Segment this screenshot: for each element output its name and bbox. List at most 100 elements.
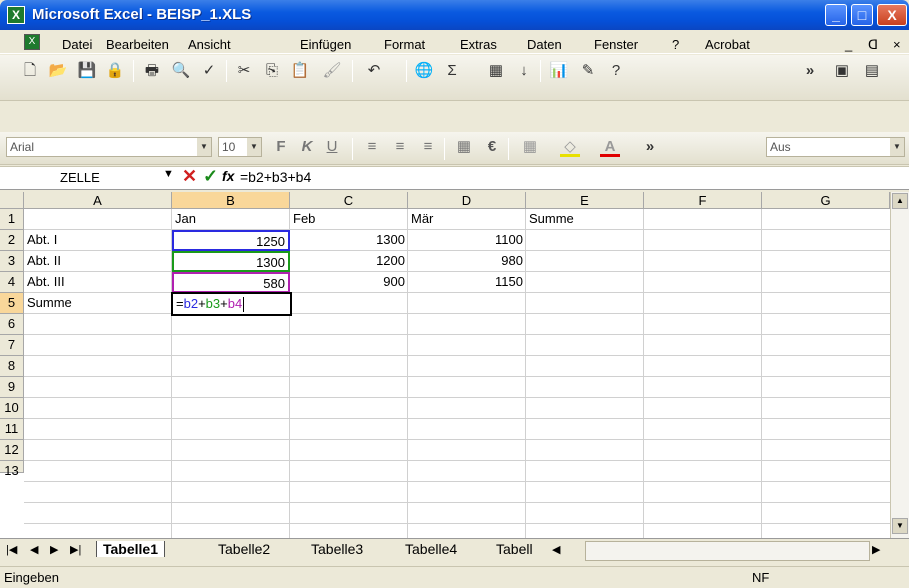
- row-header[interactable]: 5: [0, 293, 24, 314]
- last-sheet-icon[interactable]: ▶|: [70, 543, 81, 556]
- minimize-button[interactable]: _: [825, 4, 847, 26]
- toolbar-overflow-icon[interactable]: »: [800, 61, 820, 81]
- column-header[interactable]: C: [290, 192, 408, 209]
- sheet-tab-tabelle3[interactable]: Tabelle3: [311, 541, 363, 557]
- cut-icon[interactable]: ✂: [234, 61, 254, 81]
- next-sheet-icon[interactable]: ▶: [50, 543, 58, 556]
- active-cell-editor[interactable]: =b2+b3+b4: [171, 292, 292, 316]
- doc-close-button[interactable]: ×: [893, 37, 901, 52]
- cancel-icon[interactable]: ✕: [182, 166, 197, 187]
- row-header[interactable]: 6: [0, 314, 24, 335]
- sheet-tab-tabelle4[interactable]: Tabelle4: [405, 541, 457, 557]
- aus-combo[interactable]: Aus ▼: [766, 137, 905, 157]
- font-combo[interactable]: Arial ▼: [6, 137, 212, 157]
- font-color-icon[interactable]: A: [600, 137, 620, 157]
- worksheet-grid[interactable]: A B C D E F G 1 2 3 4 5 6 7 8 9 10 11 12…: [0, 192, 890, 538]
- row-header[interactable]: 3: [0, 251, 24, 272]
- permission-icon[interactable]: 🔒: [105, 61, 125, 81]
- menu-bearbeiten[interactable]: Bearbeiten: [106, 37, 169, 52]
- sheet-tab-tabelle2[interactable]: Tabelle2: [218, 541, 270, 557]
- close-button[interactable]: X: [877, 4, 907, 26]
- cell-c3[interactable]: 1200: [290, 251, 408, 272]
- cell-b1[interactable]: Jan: [172, 209, 290, 230]
- cell-d2[interactable]: 1100: [408, 230, 526, 251]
- cell-d3[interactable]: 980: [408, 251, 526, 272]
- print-preview-icon[interactable]: 🔍: [171, 61, 191, 81]
- paste-icon[interactable]: 📋: [290, 61, 310, 81]
- excel-icon[interactable]: X: [7, 6, 25, 24]
- row-header[interactable]: 2: [0, 230, 24, 251]
- horizontal-scrollbar[interactable]: [585, 541, 870, 561]
- fill-color-icon[interactable]: ◇: [560, 137, 580, 157]
- cell-c4[interactable]: 900: [290, 272, 408, 293]
- row-header[interactable]: 4: [0, 272, 24, 293]
- cell-b3[interactable]: 1300: [172, 251, 290, 272]
- euro-button[interactable]: €: [482, 137, 502, 157]
- sort-ascending-icon[interactable]: ↓: [514, 61, 534, 81]
- font-size-combo[interactable]: 10 ▼: [218, 137, 262, 157]
- menu-einfuegen[interactable]: Einfügen: [300, 37, 351, 52]
- cell-b2[interactable]: 1250: [172, 230, 290, 251]
- menu-format[interactable]: Format: [384, 37, 425, 52]
- tab-scroll-left-icon[interactable]: ◀: [552, 543, 560, 556]
- scroll-right-icon[interactable]: ▶: [872, 543, 880, 556]
- chart-wizard-icon[interactable]: 📊: [549, 61, 569, 81]
- column-header[interactable]: B: [172, 192, 290, 209]
- italic-button[interactable]: K: [297, 137, 317, 157]
- copy-icon[interactable]: ⎘: [262, 61, 282, 81]
- column-header[interactable]: A: [24, 192, 172, 209]
- column-header[interactable]: G: [762, 192, 890, 209]
- sheet-tab-tabelle5[interactable]: Tabell: [496, 541, 533, 557]
- chevron-down-icon[interactable]: ▼: [163, 168, 174, 180]
- cell-a2[interactable]: Abt. I: [24, 230, 172, 251]
- cell-a3[interactable]: Abt. II: [24, 251, 172, 272]
- select-all-button[interactable]: [0, 192, 24, 209]
- underline-button[interactable]: U: [322, 137, 342, 157]
- format-toolbar-overflow-icon[interactable]: »: [640, 137, 660, 157]
- workbook-icon[interactable]: X: [24, 34, 40, 50]
- menu-daten[interactable]: Daten: [527, 37, 562, 52]
- menu-datei[interactable]: Datei: [62, 37, 92, 52]
- help-icon[interactable]: ?: [606, 61, 626, 81]
- undo-icon[interactable]: ↶: [364, 61, 384, 81]
- column-header[interactable]: E: [526, 192, 644, 209]
- scroll-down-icon[interactable]: ▼: [892, 518, 908, 534]
- align-center-icon[interactable]: ≡: [390, 137, 410, 157]
- column-header[interactable]: F: [644, 192, 762, 209]
- open-icon[interactable]: 📂: [48, 61, 68, 81]
- cell-e1[interactable]: Summe: [526, 209, 644, 230]
- formula-input[interactable]: =b2+b3+b4: [240, 169, 311, 185]
- menu-acrobat[interactable]: Acrobat: [705, 37, 750, 52]
- first-sheet-icon[interactable]: |◀: [6, 543, 17, 556]
- cell-b4[interactable]: 580: [172, 272, 290, 293]
- sheet-tab-tabelle1[interactable]: Tabelle1: [96, 541, 165, 557]
- borders-icon[interactable]: ▦: [520, 137, 540, 157]
- doc-restore-button[interactable]: ᗡ: [868, 37, 878, 53]
- cell-c2[interactable]: 1300: [290, 230, 408, 251]
- cell-a4[interactable]: Abt. III: [24, 272, 172, 293]
- spellcheck-icon[interactable]: ✓: [199, 61, 219, 81]
- format-painter-icon[interactable]: 🖌: [322, 61, 342, 81]
- enter-icon[interactable]: ✓: [203, 166, 218, 187]
- row-header[interactable]: 13: [0, 461, 24, 478]
- align-left-icon[interactable]: ≡: [362, 137, 382, 157]
- row-header[interactable]: 11: [0, 419, 24, 440]
- menu-help[interactable]: ?: [672, 37, 679, 52]
- drawing-icon[interactable]: ✎: [578, 61, 598, 81]
- currency-format-icon[interactable]: ▦: [454, 137, 474, 157]
- menu-extras[interactable]: Extras: [460, 37, 497, 52]
- cell-a5[interactable]: Summe: [24, 293, 172, 314]
- vertical-scrollbar[interactable]: ▲ ▼: [890, 192, 909, 538]
- prev-sheet-icon[interactable]: ◀: [30, 543, 38, 556]
- row-header[interactable]: 9: [0, 377, 24, 398]
- doc-minimize-button[interactable]: _: [845, 37, 852, 52]
- pdf-mail-icon[interactable]: ▤: [862, 61, 882, 81]
- function-wizard-icon[interactable]: ▦: [486, 61, 506, 81]
- row-header[interactable]: 10: [0, 398, 24, 419]
- column-header[interactable]: D: [408, 192, 526, 209]
- cell-d4[interactable]: 1150: [408, 272, 526, 293]
- row-header[interactable]: 7: [0, 335, 24, 356]
- row-header[interactable]: 12: [0, 440, 24, 461]
- cell-c1[interactable]: Feb: [290, 209, 408, 230]
- new-icon[interactable]: 🗋: [20, 61, 40, 81]
